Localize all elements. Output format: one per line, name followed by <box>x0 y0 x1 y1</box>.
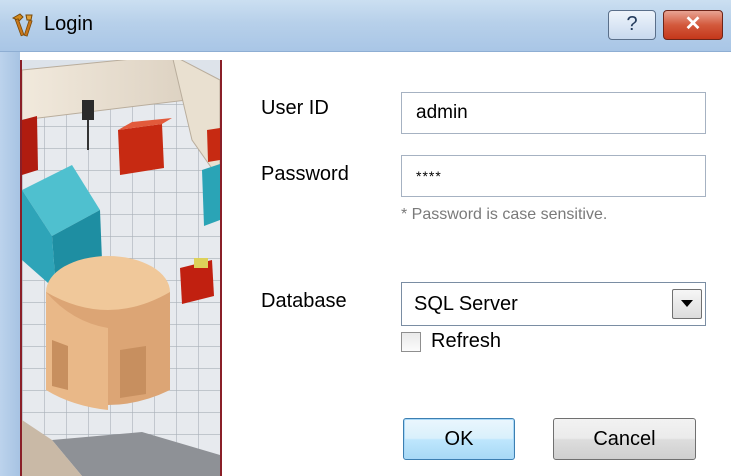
database-select[interactable]: SQL Server <box>401 282 706 326</box>
app-tools-icon <box>11 13 33 37</box>
refresh-checkbox[interactable] <box>401 332 421 352</box>
window-title: Login <box>44 13 93 35</box>
database-selected-value: SQL Server <box>414 293 518 315</box>
close-button[interactable]: ✕ <box>663 10 723 40</box>
help-button[interactable]: ? <box>608 10 656 40</box>
title-bar[interactable]: Login ? ✕ <box>0 0 731 52</box>
cancel-button[interactable]: Cancel <box>553 418 696 460</box>
refresh-label[interactable]: Refresh <box>431 330 501 353</box>
user-id-label: User ID <box>261 97 329 119</box>
user-id-input[interactable]: admin <box>401 92 706 134</box>
chevron-down-icon <box>681 300 693 307</box>
room-illustration <box>22 60 220 476</box>
password-hint: * Password is case sensitive. <box>401 206 608 223</box>
dropdown-button[interactable] <box>672 289 702 319</box>
password-label: Password <box>261 163 349 185</box>
room-layout-image <box>20 60 222 476</box>
password-input[interactable]: **** <box>401 155 706 197</box>
database-label: Database <box>261 290 347 312</box>
ok-button[interactable]: OK <box>403 418 515 460</box>
window-frame-left <box>0 52 20 476</box>
